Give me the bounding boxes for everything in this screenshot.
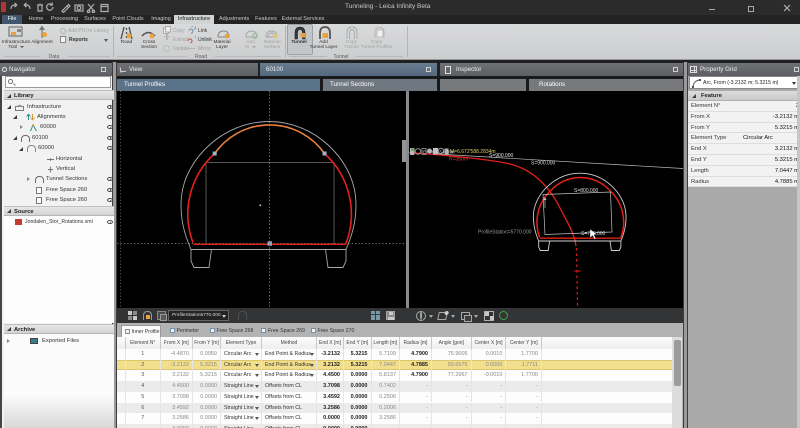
svg-text:R=350m: R=350m [449,157,468,163]
svg-text:ProfileStation=5770.000: ProfileStation=5770.000 [478,230,532,236]
svg-text:S=800.000: S=800.000 [574,188,599,194]
svg-text:S=900.000: S=900.000 [489,153,514,159]
svg-text:S=900.000: S=900.000 [531,161,556,167]
